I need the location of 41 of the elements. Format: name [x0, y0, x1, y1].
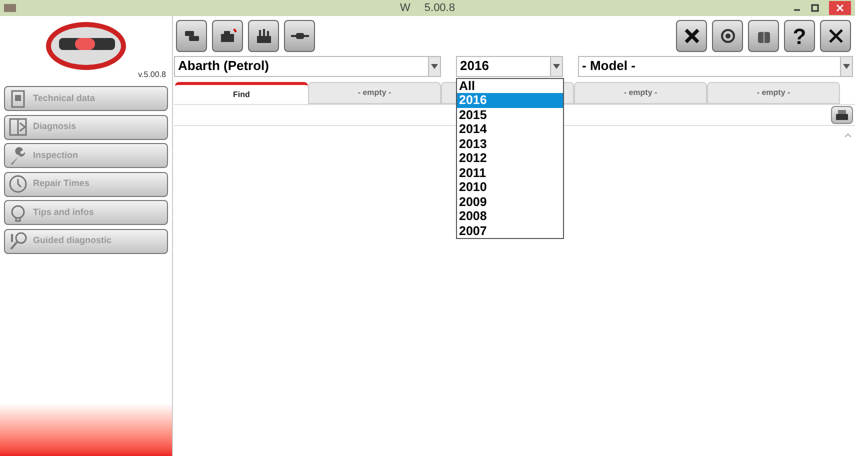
close-button[interactable]	[820, 20, 851, 52]
year-option[interactable]: 2014	[457, 122, 563, 136]
window-close-button[interactable]	[829, 1, 851, 15]
caret-icon	[431, 64, 438, 68]
caret-icon	[553, 64, 560, 68]
year-select[interactable]: 2016	[456, 56, 563, 76]
help-button[interactable]: ?	[784, 20, 815, 52]
tab[interactable]: - empty -	[308, 82, 441, 104]
window-title: 5.00.8	[424, 0, 455, 16]
year-option[interactable]: 2011	[457, 166, 563, 180]
toolbar-button[interactable]	[748, 20, 779, 52]
maximize-icon[interactable]	[811, 4, 819, 12]
make-select[interactable]: Abarth (Petrol)	[174, 56, 441, 76]
year-option[interactable]: 2016	[457, 93, 563, 108]
panel-icon	[8, 117, 28, 137]
tab[interactable]: - empty -	[574, 82, 707, 104]
year-option[interactable]: 2007	[457, 224, 563, 238]
year-option[interactable]: 2015	[457, 108, 563, 122]
model-select[interactable]: - Model -	[578, 56, 853, 76]
version-label: v.5.00.8	[138, 69, 166, 81]
tab[interactable]: - empty -	[707, 82, 840, 104]
print-button[interactable]	[831, 106, 853, 124]
toolbar-button[interactable]	[176, 20, 207, 52]
toolbar-button[interactable]	[676, 20, 707, 52]
toolbar-button[interactable]	[212, 20, 243, 52]
caret-icon	[843, 64, 850, 68]
year-option[interactable]: 2010	[457, 180, 563, 194]
toolbar-button[interactable]	[248, 20, 279, 52]
toolbar-button[interactable]	[712, 20, 743, 52]
year-option[interactable]: 2012	[457, 151, 563, 166]
clock-icon	[8, 174, 28, 194]
year-option[interactable]: 2009	[457, 194, 563, 209]
window-title: W	[400, 0, 410, 16]
printer-icon	[835, 109, 849, 121]
year-option[interactable]: 2013	[457, 136, 563, 151]
close-icon	[836, 4, 844, 12]
toolbar-button[interactable]	[284, 20, 315, 52]
probe-icon	[8, 231, 28, 251]
year-option[interactable]: All	[457, 78, 563, 93]
app-icon	[4, 4, 16, 12]
year-option[interactable]: 2008	[457, 209, 563, 224]
